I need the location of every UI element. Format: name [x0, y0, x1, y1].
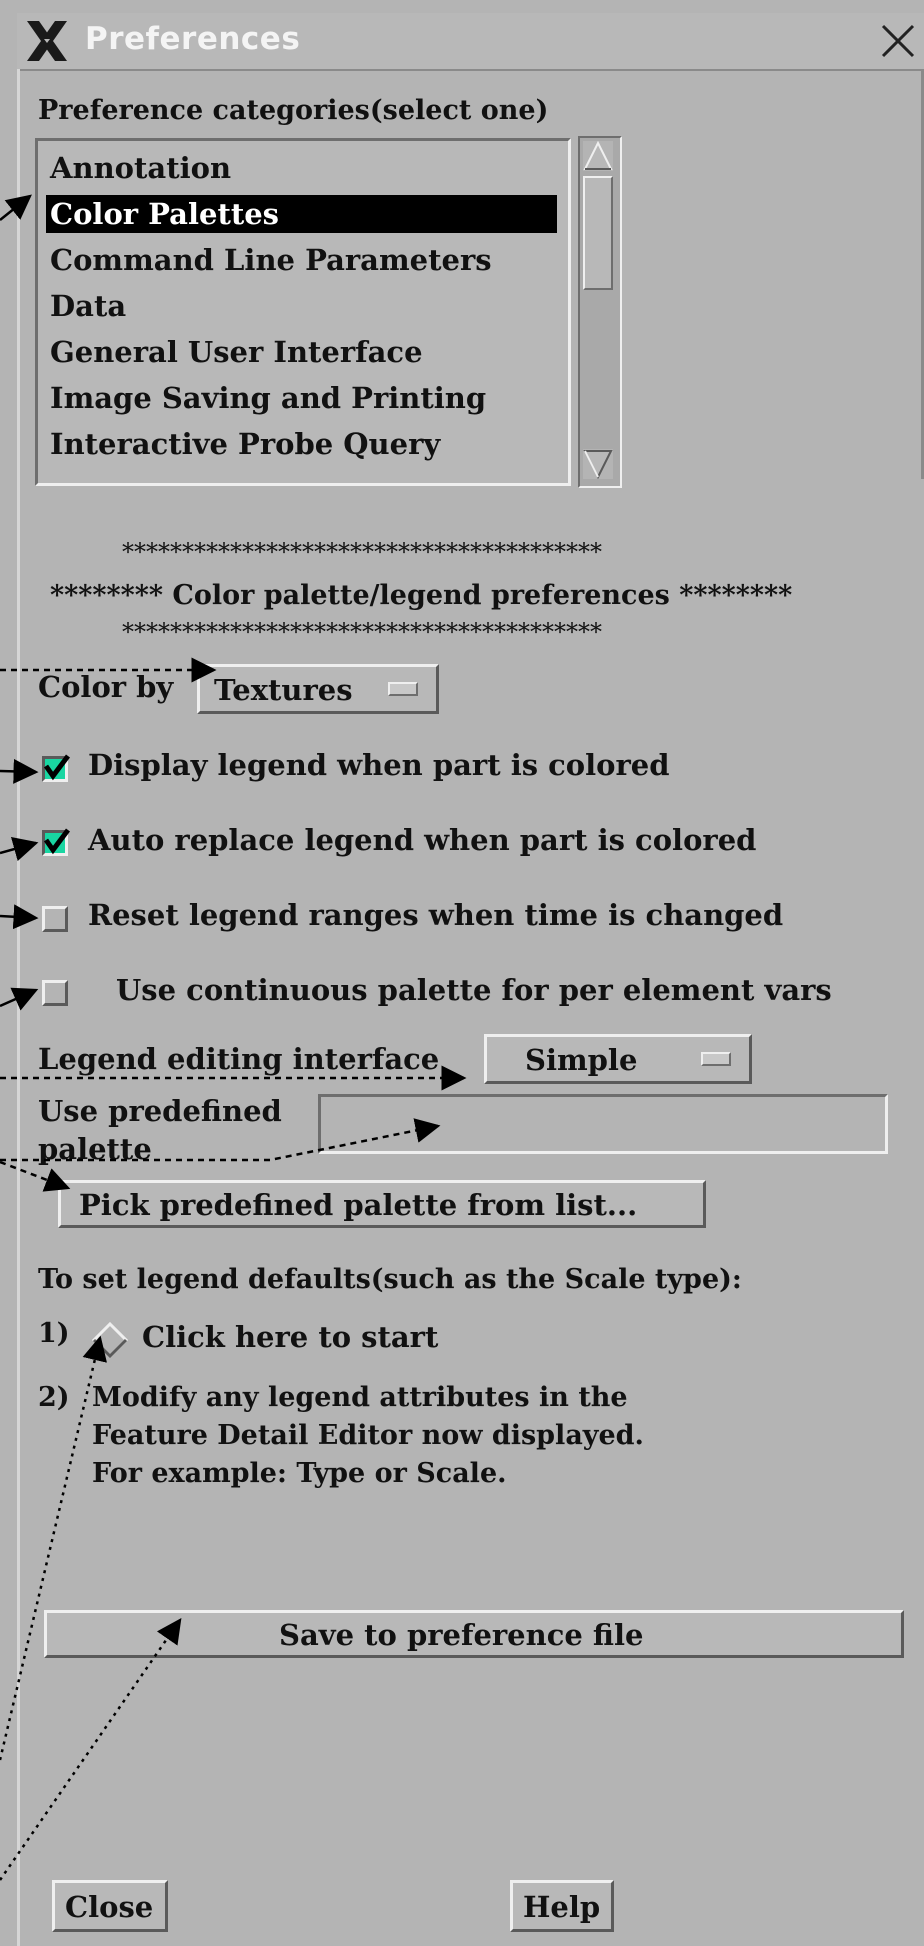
scroll-down-arrow-icon[interactable]: [583, 449, 613, 479]
title-bar[interactable]: Preferences: [17, 13, 924, 71]
display-legend-label[interactable]: Display legend when part is colored: [88, 748, 670, 782]
checkmark-icon: [43, 754, 70, 781]
legend-defaults-heading: To set legend defaults(such as the Scale…: [38, 1264, 742, 1295]
legend-editing-value: Simple: [525, 1043, 638, 1077]
scroll-up-arrow-icon[interactable]: [583, 141, 613, 171]
section-stars-bottom: ****************************************: [122, 618, 602, 646]
section-stars-top: ****************************************: [122, 538, 602, 566]
section-heading: ******** Color palette/legend preference…: [50, 580, 793, 611]
step2-line3: For example: Type or Scale.: [92, 1458, 507, 1489]
legend-editing-label: Legend editing interface: [38, 1042, 440, 1076]
categories-scrollbar[interactable]: [578, 136, 622, 488]
color-by-value: Textures: [214, 673, 353, 707]
step1-number: 1): [38, 1318, 70, 1349]
close-button[interactable]: Close: [52, 1880, 168, 1932]
help-button[interactable]: Help: [510, 1880, 614, 1932]
preferences-window: Preferences Preference categories(select…: [0, 0, 924, 1946]
start-diamond-toggle-icon[interactable]: [92, 1322, 128, 1358]
list-item[interactable]: Annotation: [46, 149, 557, 187]
color-by-option-menu[interactable]: Textures: [197, 664, 439, 714]
categories-label: Preference categories(select one): [38, 95, 549, 126]
help-button-label: Help: [523, 1890, 601, 1924]
save-preferences-button[interactable]: Save to preference file: [44, 1610, 904, 1658]
continuous-palette-label[interactable]: Use continuous palette for per element v…: [116, 973, 832, 1007]
click-to-start-label[interactable]: Click here to start: [142, 1320, 438, 1354]
step2-number: 2): [38, 1382, 70, 1413]
close-button-label: Close: [65, 1890, 154, 1924]
pick-palette-button[interactable]: Pick predefined palette from list...: [58, 1180, 706, 1228]
color-by-label: Color by: [38, 670, 174, 704]
predefined-palette-field[interactable]: [318, 1094, 888, 1154]
option-menu-indicator-icon: [388, 682, 418, 696]
pick-palette-label: Pick predefined palette from list...: [79, 1188, 638, 1222]
list-item[interactable]: General User Interface: [46, 333, 557, 371]
list-item[interactable]: Image Saving and Printing: [46, 379, 557, 417]
window-title: Preferences: [85, 21, 301, 57]
categories-list[interactable]: Annotation Color Palettes Command Line P…: [35, 138, 571, 486]
reset-ranges-label[interactable]: Reset legend ranges when time is changed: [88, 898, 783, 932]
window-frame-left: [17, 69, 20, 1946]
step2-line2: Feature Detail Editor now displayed.: [92, 1420, 644, 1451]
predefined-label-line2: palette: [38, 1132, 152, 1166]
option-menu-indicator-icon: [701, 1052, 731, 1066]
close-icon[interactable]: [880, 23, 916, 59]
list-item[interactable]: Command Line Parameters: [46, 241, 557, 279]
x-logo-icon: [27, 21, 67, 61]
save-preferences-label: Save to preference file: [279, 1618, 644, 1652]
list-item-selected[interactable]: Color Palettes: [46, 195, 557, 233]
list-item[interactable]: Data: [46, 287, 557, 325]
auto-replace-label[interactable]: Auto replace legend when part is colored: [88, 823, 756, 857]
list-item[interactable]: Interactive Probe Query: [46, 425, 557, 463]
checkmark-icon: [43, 828, 70, 855]
scroll-thumb[interactable]: [583, 176, 613, 290]
step2-line1: Modify any legend attributes in the: [92, 1382, 628, 1413]
legend-editing-option-menu[interactable]: Simple: [484, 1034, 752, 1084]
predefined-label-line1: Use predefined: [38, 1094, 282, 1128]
reset-ranges-checkbox[interactable]: [42, 906, 68, 932]
continuous-palette-checkbox[interactable]: [42, 980, 68, 1006]
